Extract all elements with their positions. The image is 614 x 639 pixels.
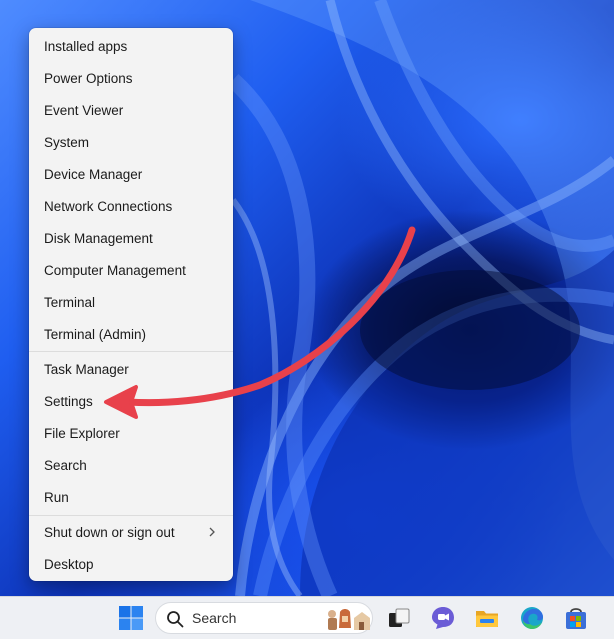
menu-item-file-explorer[interactable]: File Explorer — [29, 418, 233, 448]
menu-item-label: Event Viewer — [44, 102, 124, 118]
menu-item-disk-management[interactable]: Disk Management — [29, 223, 233, 253]
chevron-right-icon — [209, 527, 215, 537]
menu-item-installed-apps[interactable]: Installed apps — [29, 31, 233, 61]
task-view-icon[interactable] — [386, 605, 412, 631]
menu-item-settings[interactable]: Settings — [29, 386, 233, 416]
menu-item-desktop[interactable]: Desktop — [29, 549, 233, 579]
menu-item-network-connections[interactable]: Network Connections — [29, 191, 233, 221]
menu-item-label: Search — [44, 457, 87, 473]
menu-item-computer-management[interactable]: Computer Management — [29, 255, 233, 285]
menu-separator — [29, 515, 233, 516]
menu-item-label: System — [44, 134, 90, 150]
menu-item-label: Terminal (Admin) — [44, 326, 147, 342]
menu-item-label: Desktop — [44, 556, 94, 572]
menu-item-task-manager[interactable]: Task Manager — [29, 354, 233, 384]
taskbar-search-box[interactable]: Search — [155, 602, 373, 634]
menu-item-run[interactable]: Run — [29, 482, 233, 512]
file-explorer-icon[interactable] — [474, 605, 500, 631]
taskbar: Search — [0, 596, 614, 639]
microsoft-store-icon[interactable] — [563, 605, 589, 631]
menu-item-terminal[interactable]: Terminal — [29, 287, 233, 317]
teams-chat-icon[interactable] — [430, 605, 456, 631]
menu-item-event-viewer[interactable]: Event Viewer — [29, 95, 233, 125]
menu-item-label: Network Connections — [44, 198, 173, 214]
search-highlight-icon — [328, 609, 370, 630]
menu-item-label: Run — [44, 489, 69, 505]
menu-item-label: Disk Management — [44, 230, 153, 246]
menu-item-search[interactable]: Search — [29, 450, 233, 480]
menu-item-label: Settings — [44, 393, 93, 409]
menu-item-label: File Explorer — [44, 425, 120, 441]
menu-item-label: Installed apps — [44, 38, 128, 54]
menu-item-label: Terminal — [44, 294, 96, 310]
edge-browser-icon[interactable] — [519, 605, 545, 631]
menu-item-system[interactable]: System — [29, 127, 233, 157]
menu-item-terminal-admin[interactable]: Terminal (Admin) — [29, 319, 233, 349]
menu-item-label: Computer Management — [44, 262, 186, 278]
menu-item-label: Task Manager — [44, 361, 129, 377]
menu-item-label: Device Manager — [44, 166, 143, 182]
menu-item-shut-down-or-sign-out[interactable]: Shut down or sign out — [29, 517, 233, 547]
menu-item-label: Shut down or sign out — [44, 524, 175, 540]
quick-link-menu: Installed apps Power Options Event Viewe… — [29, 28, 233, 581]
windows-start-icon[interactable] — [118, 605, 144, 631]
search-label: Search — [192, 610, 237, 626]
menu-item-device-manager[interactable]: Device Manager — [29, 159, 233, 189]
menu-item-power-options[interactable]: Power Options — [29, 63, 233, 93]
search-icon — [167, 611, 184, 628]
menu-item-label: Power Options — [44, 70, 133, 86]
menu-separator — [29, 351, 233, 352]
